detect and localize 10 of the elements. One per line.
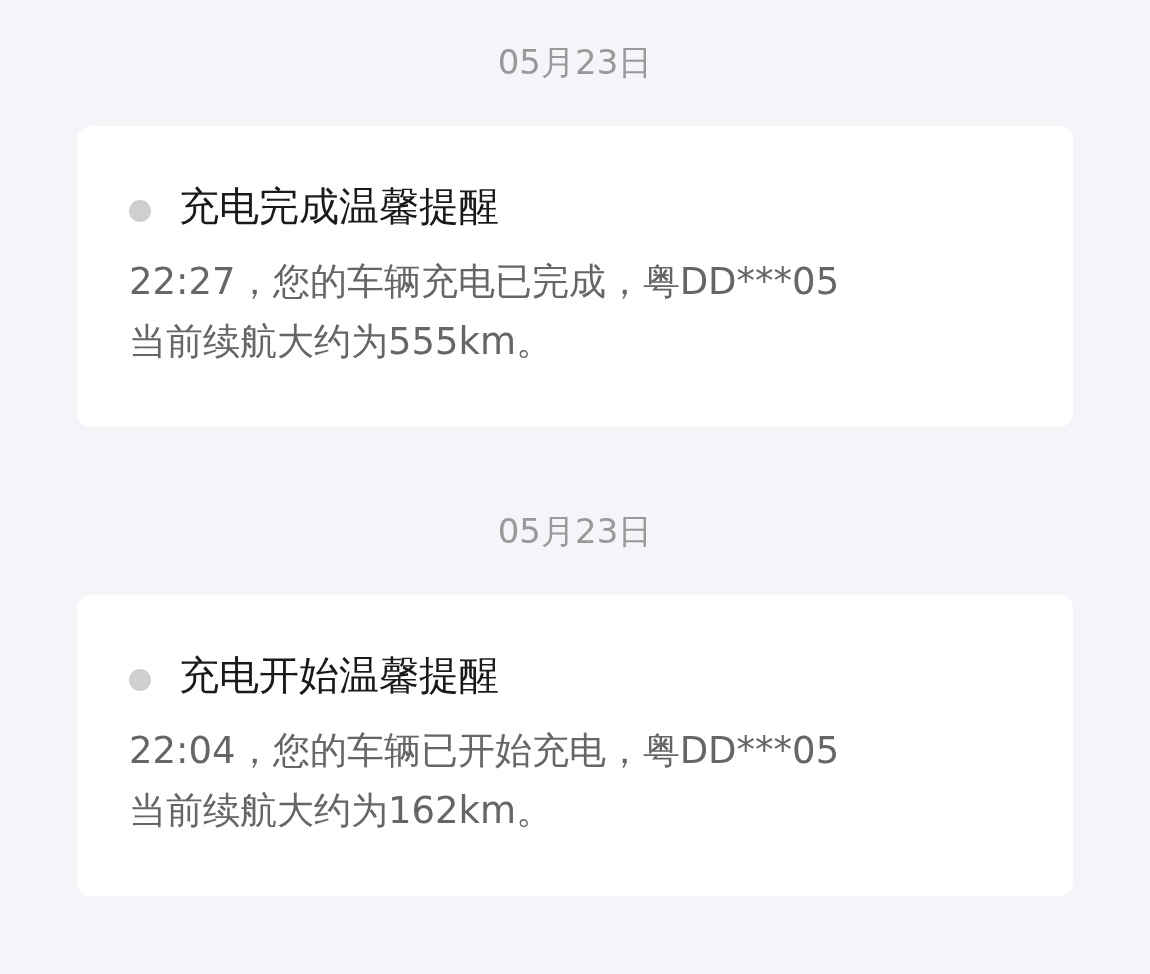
notification-text: 22:04，您的车辆已开始充电，粤DD***05当前续航大约为162km。 (129, 728, 841, 834)
bullet-icon (129, 669, 151, 691)
notification-text: 22:27，您的车辆充电已完成，粤DD***05当前续航大约为555km。 (129, 259, 841, 365)
notification-card[interactable]: 充电完成温馨提醒 22:27，您的车辆充电已完成，粤DD***05当前续航大约为555km。 (77, 126, 1073, 427)
notification-title: 充电完成温馨提醒 (179, 182, 499, 231)
message-date: 05月23日 (497, 41, 653, 84)
notification-title: 充电开始温馨提醒 (179, 651, 499, 700)
bullet-icon (129, 200, 151, 222)
message-date: 05月23日 (497, 510, 653, 553)
notification-card[interactable]: 充电开始温馨提醒 22:04，您的车辆已开始充电，粤DD***05当前续航大约为162km。 (77, 595, 1073, 896)
